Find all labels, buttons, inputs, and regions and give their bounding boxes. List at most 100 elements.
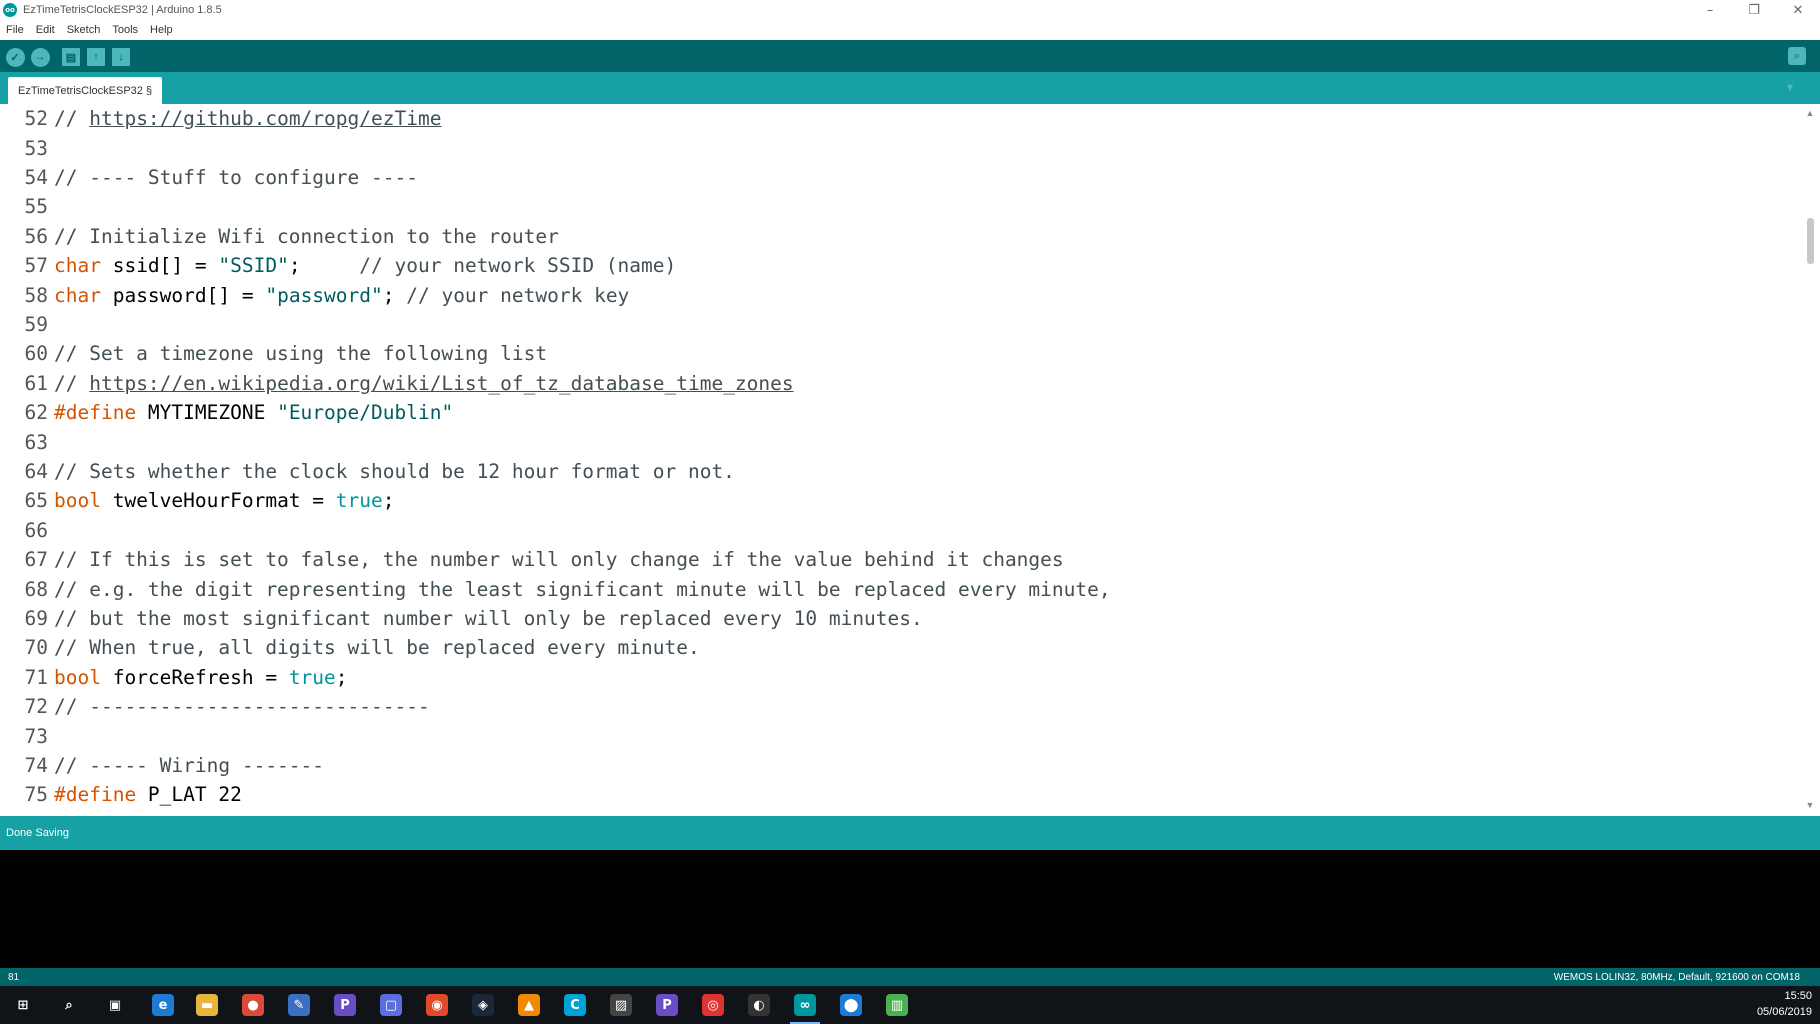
minimize-button[interactable]: – [1688, 0, 1732, 20]
menu-help[interactable]: Help [144, 24, 179, 36]
taskbar-button[interactable]: ▲ [506, 986, 552, 1024]
taskbar-button[interactable]: ✎ [276, 986, 322, 1024]
code-token: // Initialize Wifi connection to the rou… [54, 224, 559, 248]
code-token: // ----- Wiring ------- [54, 753, 325, 777]
system-clock[interactable]: 15:50 05/06/2019 [1757, 988, 1812, 1020]
code-text: #define P_LAT 22 [54, 783, 242, 806]
code-line[interactable]: 64 // Sets whether the clock should be 12… [0, 457, 735, 486]
taskbar-button[interactable]: C [552, 986, 598, 1024]
menu-file[interactable]: File [0, 24, 30, 36]
line-number: 60 [24, 342, 48, 366]
code-line[interactable]: 74 // ----- Wiring ------- [0, 751, 325, 780]
arrow-up-icon: ↑ [87, 48, 105, 66]
arrow-right-icon: → [30, 47, 50, 67]
code-line[interactable]: 70 // When true, all digits will be repla… [0, 633, 700, 662]
app-q-icon: ◎ [702, 994, 724, 1016]
taskbar-button[interactable]: ⬤ [828, 986, 874, 1024]
taskbar-button[interactable]: P [644, 986, 690, 1024]
upload-button[interactable]: → [30, 47, 50, 67]
vertical-scrollbar[interactable]: ▲ ▼ [1800, 104, 1820, 816]
taskbar-button[interactable]: ▢ [368, 986, 414, 1024]
code-line[interactable]: 56 // Initialize Wifi connection to the r… [0, 222, 559, 251]
scroll-up-icon[interactable]: ▲ [1805, 108, 1815, 118]
taskbar-button[interactable]: ⊞ [0, 986, 46, 1024]
code-line[interactable]: 52// https://github.com/ropg/ezTime [0, 104, 442, 133]
scroll-down-icon[interactable]: ▼ [1805, 800, 1815, 810]
code-line[interactable]: 59 [0, 310, 54, 339]
console-output[interactable] [0, 850, 1820, 968]
taskbar-button[interactable]: ▨ [598, 986, 644, 1024]
menu-sketch[interactable]: Sketch [61, 24, 107, 36]
line-number: 74 [24, 753, 48, 777]
code-token: bool [54, 489, 101, 513]
taskbar-button[interactable]: ◈ [460, 986, 506, 1024]
arduino-icon: ∞ [794, 994, 816, 1016]
taskbar-button[interactable]: e [140, 986, 186, 1024]
taskbar-button[interactable]: ▣ [92, 986, 138, 1024]
code-line[interactable]: 62 #define MYTIMEZONE "Europe/Dublin" [0, 398, 454, 427]
code-line[interactable]: 65 bool twelveHourFormat = true; [0, 486, 395, 515]
line-number: 72 [24, 695, 48, 719]
code-line[interactable]: 57 char ssid[] = "SSID"; // your network … [0, 251, 677, 280]
menu-bar: File Edit Sketch Tools Help [0, 20, 1820, 40]
taskbar-button[interactable]: ▥ [874, 986, 920, 1024]
taskbar-button[interactable]: P [322, 986, 368, 1024]
toolbar: ✓ → ▤ ↑ ↓ ⌕ [0, 40, 1820, 72]
tab-menu-button[interactable]: ▼ [1782, 80, 1798, 96]
status-bar: Done Saving [0, 816, 1820, 850]
line-number: 67 [24, 548, 48, 572]
search-icon: ⌕ [65, 997, 73, 1013]
check-icon: ✓ [5, 47, 25, 67]
serial-monitor-button[interactable]: ⌕ [1788, 47, 1806, 65]
new-button[interactable]: ▤ [61, 47, 81, 67]
verify-button[interactable]: ✓ [5, 47, 25, 67]
taskbar-button[interactable]: ∞ [782, 986, 828, 1024]
line-number: 58 [24, 283, 48, 307]
obs-icon: ◐ [748, 994, 770, 1016]
code-token: ; [335, 665, 348, 689]
pen-tool-icon: ✎ [288, 994, 310, 1016]
code-line[interactable]: 69 // but the most significant number wil… [0, 604, 923, 633]
close-button[interactable]: ✕ [1776, 0, 1820, 20]
taskbar-button[interactable]: ◉ [414, 986, 460, 1024]
code-line[interactable]: 68 // e.g. the digit representing the lea… [0, 574, 1111, 603]
code-token: // [54, 371, 90, 395]
steam-icon: ◈ [472, 994, 494, 1016]
code-line[interactable]: 58 char password[] = "password"; // your … [0, 280, 630, 309]
code-editor[interactable]: 52// https://github.com/ropg/ezTime 53 54/… [0, 104, 1820, 816]
taskbar-button[interactable]: ● [230, 986, 276, 1024]
code-line[interactable]: 71 bool forceRefresh = true; [0, 663, 348, 692]
taskbar-button[interactable]: ◐ [736, 986, 782, 1024]
code-line[interactable]: 55 [0, 192, 54, 221]
code-token: // Set a timezone using the following li… [54, 342, 548, 366]
code-line[interactable]: 75 #define P_LAT 22 [0, 780, 242, 809]
code-line[interactable]: 63 [0, 427, 54, 456]
restore-button[interactable]: ❐ [1732, 0, 1776, 20]
code-line[interactable]: 73 [0, 721, 54, 750]
line-number: 55 [24, 195, 48, 219]
save-button[interactable]: ↓ [111, 47, 131, 67]
taskbar-button[interactable]: ◎ [690, 986, 736, 1024]
code-token: #define [54, 401, 137, 425]
line-number: 59 [24, 312, 48, 336]
code-line[interactable]: 54 // ---- Stuff to configure ---- [0, 163, 418, 192]
menu-tools[interactable]: Tools [106, 24, 144, 36]
code-text: bool twelveHourFormat = true; [54, 489, 395, 512]
new-file-icon: ▤ [62, 48, 80, 66]
menu-edit[interactable]: Edit [30, 24, 61, 36]
open-button[interactable]: ↑ [86, 47, 106, 67]
scroll-thumb[interactable] [1807, 218, 1814, 264]
code-line[interactable]: 60 // Set a timezone using the following … [0, 339, 548, 368]
code-token: forceRefresh = [100, 665, 289, 689]
line-number: 71 [24, 665, 48, 689]
code-line[interactable]: 53 [0, 133, 54, 162]
tab-sketch[interactable]: EzTimeTetrisClockESP32 § [8, 77, 163, 104]
code-line[interactable]: 66 [0, 516, 54, 545]
taskbar-button[interactable]: ⌕ [46, 986, 92, 1024]
code-line[interactable]: 67 // If this is set to false, the number… [0, 545, 1064, 574]
code-line[interactable]: 61// https://en.wikipedia.org/wiki/List_… [0, 369, 794, 398]
code-token: #define [54, 783, 137, 807]
code-line[interactable]: 72 // ----------------------------- [0, 692, 430, 721]
taskbar-button[interactable]: ▬ [184, 986, 230, 1024]
app-c-icon: C [564, 994, 586, 1016]
